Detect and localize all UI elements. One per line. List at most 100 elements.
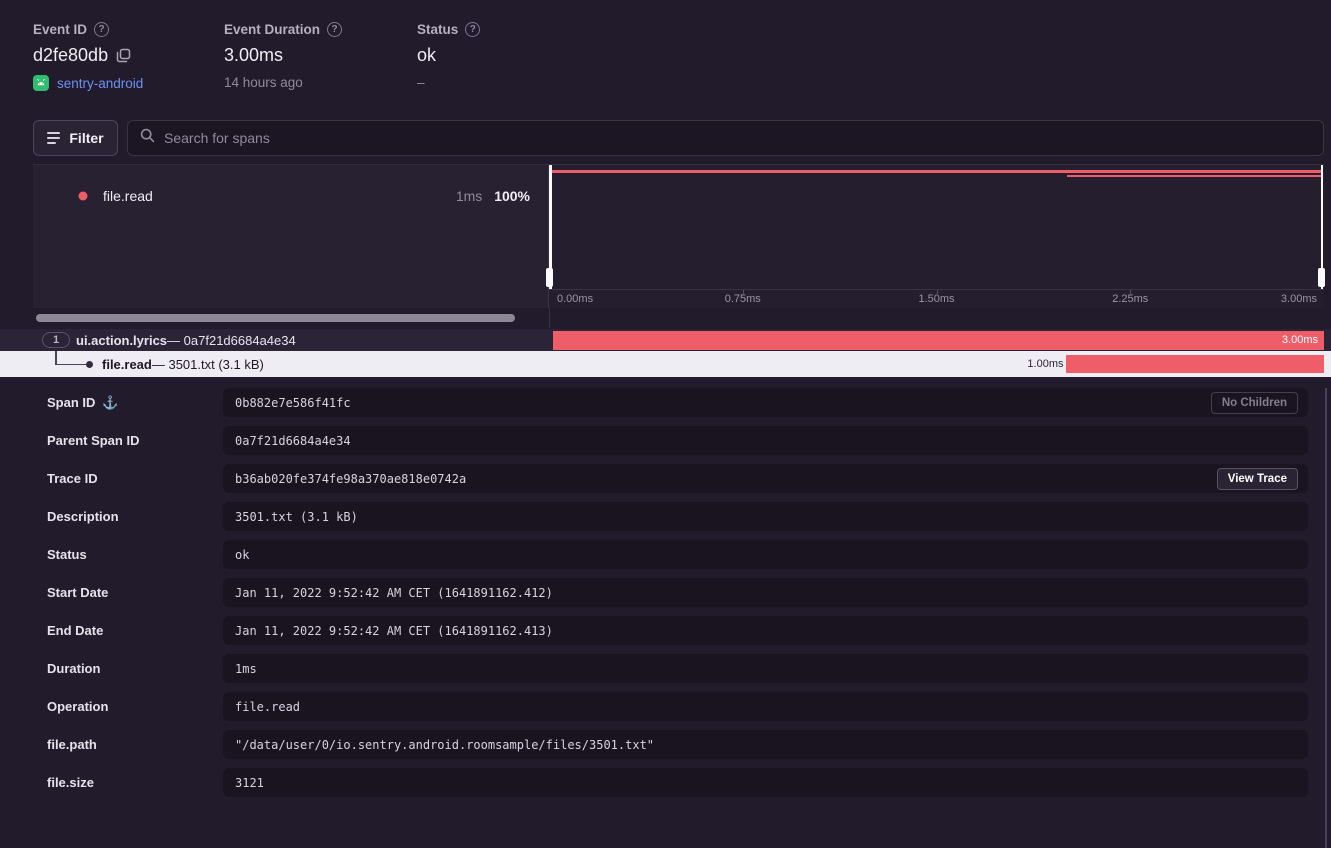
android-project-icon <box>33 75 49 91</box>
detail-row: Parent Span ID 0a7f21d6684a4e34 <box>47 426 1308 455</box>
anchor-icon[interactable]: ⚓ <box>102 395 118 411</box>
filter-button[interactable]: Filter <box>33 120 118 156</box>
search-input[interactable] <box>164 130 1311 146</box>
axis-tick: 0.75ms <box>725 293 761 305</box>
detail-label: End Date <box>47 623 103 638</box>
help-icon[interactable]: ? <box>327 22 342 37</box>
detail-row: file.path "/data/user/0/io.sentry.androi… <box>47 730 1308 759</box>
event-id-value: d2fe80db <box>33 45 108 66</box>
detail-value: 3121 <box>235 776 264 790</box>
span-tree: 1 ui.action.lyrics — 0a7f21d6684a4e34 3.… <box>0 329 1331 377</box>
horizontal-scrollbar[interactable] <box>36 314 515 322</box>
detail-value-box: 3501.txt (3.1 kB) <box>223 502 1308 531</box>
detail-value: ok <box>235 548 249 562</box>
detail-row: file.size 3121 <box>47 768 1308 797</box>
status-block: Status ? ok – <box>417 22 480 90</box>
span-op: ui.action.lyrics <box>76 333 167 348</box>
axis-tick: 0.00ms <box>557 293 593 305</box>
detail-value-box: Jan 11, 2022 9:52:42 AM CET (1641891162.… <box>223 616 1308 645</box>
search-icon <box>140 128 155 148</box>
operation-duration: 1ms <box>456 188 482 204</box>
view-trace-button[interactable]: View Trace <box>1217 468 1298 490</box>
help-icon[interactable]: ? <box>94 22 109 37</box>
span-row-parent[interactable]: 1 ui.action.lyrics — 0a7f21d6684a4e34 3.… <box>0 329 1331 351</box>
detail-value-box: file.read <box>223 692 1308 721</box>
span-duration-bar[interactable]: 3.00ms <box>553 331 1324 350</box>
detail-row: Description 3501.txt (3.1 kB) <box>47 502 1308 531</box>
trace-minimap[interactable] <box>549 165 1324 289</box>
detail-row: Status ok <box>47 540 1308 569</box>
detail-value-box: 3121 <box>223 768 1308 797</box>
span-duration-label: 3.00ms <box>1282 331 1318 350</box>
detail-value: "/data/user/0/io.sentry.android.roomsamp… <box>235 738 654 752</box>
detail-value: file.read <box>235 700 300 714</box>
operation-name: file.read <box>103 188 153 204</box>
event-duration-ago: 14 hours ago <box>224 75 342 90</box>
detail-value: Jan 11, 2022 9:52:42 AM CET (1641891162.… <box>235 624 553 638</box>
copy-icon[interactable] <box>116 48 131 63</box>
status-value: ok <box>417 45 480 66</box>
detail-value: 1ms <box>235 662 257 676</box>
detail-value: 3501.txt (3.1 kB) <box>235 510 358 524</box>
status-label: Status ? <box>417 22 480 37</box>
axis-tick: 3.00ms <box>1281 293 1317 305</box>
event-id-label: Event ID ? <box>33 22 143 37</box>
operation-percent: 100% <box>494 188 530 204</box>
detail-row: End Date Jan 11, 2022 9:52:42 AM CET (16… <box>47 616 1308 645</box>
filter-icon <box>47 132 60 144</box>
detail-label: Operation <box>47 699 108 714</box>
detail-row: Span ID ⚓ 0b882e7e586f41fc No Children <box>47 388 1308 417</box>
event-duration-label: Event Duration ? <box>224 22 342 37</box>
span-op: file.read <box>102 357 152 372</box>
operation-legend-row[interactable]: file.read 1ms 100% <box>33 183 548 209</box>
operation-color-dot <box>79 192 88 201</box>
operations-breakdown-panel: file.read 1ms 100% <box>33 165 549 308</box>
vertical-scrollbar[interactable] <box>1325 388 1327 848</box>
detail-row: Start Date Jan 11, 2022 9:52:42 AM CET (… <box>47 578 1308 607</box>
axis-tick: 2.25ms <box>1112 293 1148 305</box>
span-duration-label: 1.00ms <box>1027 351 1063 377</box>
event-duration-value: 3.00ms <box>224 45 342 66</box>
time-axis: 0.00ms 0.75ms 1.50ms 2.25ms 3.00ms <box>549 289 1324 308</box>
detail-label: file.size <box>47 775 94 790</box>
detail-value: Jan 11, 2022 9:52:42 AM CET (1641891162.… <box>235 586 553 600</box>
span-desc: — 3501.txt (3.1 kB) <box>152 357 264 372</box>
minimap-span-line <box>549 170 1323 173</box>
minimap-left-grip[interactable] <box>546 268 553 287</box>
detail-row: Operation file.read <box>47 692 1308 721</box>
span-row-selected[interactable]: file.read — 3501.txt (3.1 kB) 1.00ms <box>0 351 1331 377</box>
detail-value-box: 0a7f21d6684a4e34 <box>223 426 1308 455</box>
axis-tick: 1.50ms <box>918 293 954 305</box>
detail-label: file.path <box>47 737 97 752</box>
tree-connector <box>55 351 57 364</box>
no-children-button: No Children <box>1211 392 1298 414</box>
detail-label: Duration <box>47 661 100 676</box>
detail-value-box: b36ab020fe374fe98a370ae818e0742a View Tr… <box>223 464 1308 493</box>
span-duration-bar[interactable] <box>1066 355 1324 373</box>
event-id-block: Event ID ? d2fe80db sentry-android <box>33 22 143 91</box>
detail-value-box: Jan 11, 2022 9:52:42 AM CET (1641891162.… <box>223 578 1308 607</box>
detail-value: 0a7f21d6684a4e34 <box>235 434 351 448</box>
detail-value-box: 0b882e7e586f41fc No Children <box>223 388 1308 417</box>
detail-label: Span ID <box>47 395 95 410</box>
detail-label: Start Date <box>47 585 108 600</box>
help-icon[interactable]: ? <box>465 22 480 37</box>
project-link[interactable]: sentry-android <box>57 76 143 91</box>
detail-label: Parent Span ID <box>47 433 139 448</box>
span-desc: — 0a7f21d6684a4e34 <box>167 333 296 348</box>
detail-value-box: ok <box>223 540 1308 569</box>
status-sub: – <box>417 75 480 90</box>
children-count-badge[interactable]: 1 <box>42 332 70 348</box>
span-detail-page: Event ID ? d2fe80db sentry-android Event… <box>0 0 1331 848</box>
detail-label: Trace ID <box>47 471 98 486</box>
scroll-band <box>33 308 1324 328</box>
event-duration-block: Event Duration ? 3.00ms 14 hours ago <box>224 22 342 90</box>
detail-label: Status <box>47 547 87 562</box>
detail-row: Trace ID b36ab020fe374fe98a370ae818e0742… <box>47 464 1308 493</box>
minimap-right-grip[interactable] <box>1318 268 1325 287</box>
span-details: Span ID ⚓ 0b882e7e586f41fc No Children P… <box>0 388 1331 806</box>
search-bar[interactable] <box>127 120 1324 156</box>
trace-panel: file.read 1ms 100% 0.00ms 0.75ms 1.50ms … <box>33 164 1324 327</box>
detail-value-box: 1ms <box>223 654 1308 683</box>
detail-row: Duration 1ms <box>47 654 1308 683</box>
